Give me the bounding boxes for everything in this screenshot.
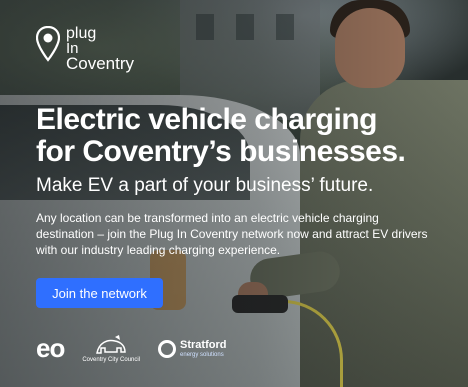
partner-logos: eo Coventry City Council Stratford energ… [36,333,226,364]
logo-wordmark: plug In Coventry [66,25,135,73]
headline: Electric vehicle charging for Coventry’s… [36,103,406,168]
join-network-button[interactable]: Join the network [36,278,163,308]
subheadline: Make EV a part of your business’ future. [36,175,374,196]
location-pin-icon [36,26,60,62]
headline-line-2: for Coventry’s businesses. [36,135,406,168]
logo-line-1: plug [66,25,97,42]
stratford-subtitle: energy solutions [180,352,224,358]
logo-line-3: Coventry [66,54,135,73]
council-label: Coventry City Council [82,356,141,363]
stratford-ring-icon [158,339,177,358]
body-text: Any location can be transformed into an … [36,211,428,257]
eo-logo: eo [36,333,65,363]
stratford-logo: Stratford energy solutions [158,339,226,358]
plug-in-coventry-logo[interactable]: plug In Coventry [36,25,135,73]
stratford-name: Stratford [180,339,227,351]
elephant-icon [93,334,129,357]
ad-banner[interactable]: plug In Coventry Electric vehicle chargi… [0,0,468,387]
headline-line-1: Electric vehicle charging [36,103,377,136]
coventry-city-council-logo: Coventry City Council [82,334,141,363]
